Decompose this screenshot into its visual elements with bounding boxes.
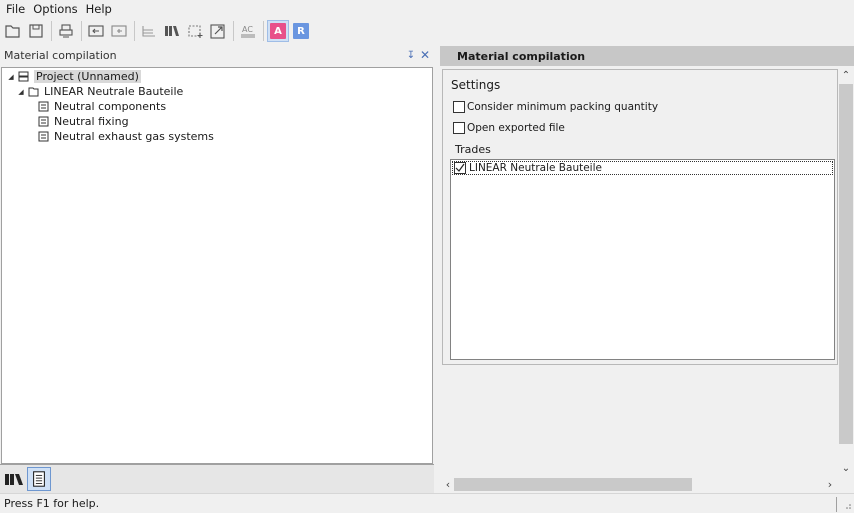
left-panel: Material compilation ↧ ✕ ◢ Project (Unna…	[0, 44, 434, 493]
menu-file[interactable]: File	[6, 2, 25, 16]
scroll-thumb[interactable]	[454, 478, 692, 491]
scroll-down-icon[interactable]: ⌄	[838, 460, 854, 476]
print-icon[interactable]	[55, 20, 77, 42]
option-open-exported[interactable]: Open exported file	[453, 122, 565, 134]
tree-label-item: Neutral fixing	[54, 115, 129, 128]
settings-title: Settings	[451, 78, 501, 92]
settings-group: Settings Consider minimum packing quanti…	[442, 69, 838, 365]
expand-arrow-icon[interactable]: ◢	[6, 73, 16, 81]
toolbar-separator	[134, 21, 135, 41]
tree-label-project: Project (Unnamed)	[34, 70, 141, 83]
scroll-thumb[interactable]	[839, 84, 853, 444]
checkbox-checked[interactable]	[454, 162, 466, 174]
toolbar-separator	[263, 21, 264, 41]
close-icon[interactable]: ✕	[418, 48, 432, 62]
export-icon[interactable]	[108, 20, 130, 42]
menu-help[interactable]: Help	[86, 2, 112, 16]
right-panel: Material compilation Settings Consider m…	[437, 44, 854, 493]
project-tree: ◢ Project (Unnamed) ◢ LINEAR Neutrale Ba…	[1, 67, 433, 464]
tree-node-item[interactable]: Neutral components	[2, 99, 432, 114]
folder-icon	[26, 86, 40, 98]
toolbar-separator	[51, 21, 52, 41]
save-icon[interactable]	[25, 20, 47, 42]
option-label: Open exported file	[467, 122, 565, 134]
status-separator	[836, 497, 837, 512]
tree-label-group: LINEAR Neutrale Bauteile	[44, 85, 184, 98]
tree-label-item: Neutral exhaust gas systems	[54, 130, 214, 143]
left-panel-header: Material compilation ↧ ✕	[0, 44, 434, 66]
import-icon[interactable]	[85, 20, 107, 42]
document-list-tab-icon[interactable]	[27, 467, 51, 491]
tree-view-icon[interactable]	[138, 20, 160, 42]
trades-list: LINEAR Neutrale Bauteile	[450, 159, 835, 360]
list-icon	[36, 101, 50, 113]
mode-r-button[interactable]: R	[290, 20, 312, 42]
option-label: Consider minimum packing quantity	[467, 101, 659, 113]
tree-node-group[interactable]: ◢ LINEAR Neutrale Bauteile	[2, 84, 432, 99]
status-text: Press F1 for help.	[4, 497, 100, 510]
project-icon	[16, 71, 30, 83]
trades-label: Trades	[455, 143, 491, 156]
status-bar: Press F1 for help.	[0, 493, 854, 513]
vertical-scrollbar[interactable]: ⌃ ⌄	[838, 67, 854, 476]
tree-node-project[interactable]: ◢ Project (Unnamed)	[2, 69, 432, 84]
scroll-up-icon[interactable]: ⌃	[838, 67, 854, 83]
tree-node-item[interactable]: Neutral fixing	[2, 114, 432, 129]
library-tab-icon[interactable]	[2, 467, 26, 491]
check-icon	[455, 163, 465, 172]
toolbar-separator	[81, 21, 82, 41]
trade-label: LINEAR Neutrale Bauteile	[469, 162, 602, 174]
selection-icon[interactable]	[184, 20, 206, 42]
text-replace-icon[interactable]: AC	[237, 20, 259, 42]
horizontal-scrollbar[interactable]: ‹ ›	[440, 476, 838, 493]
resize-grip-icon[interactable]	[844, 500, 852, 510]
mode-a-button[interactable]: A	[267, 20, 289, 42]
mode-r-badge: R	[293, 23, 309, 39]
checkbox[interactable]	[453, 122, 465, 134]
checkbox[interactable]	[453, 101, 465, 113]
svg-text:AC: AC	[242, 25, 253, 34]
open-folder-icon[interactable]	[2, 20, 24, 42]
tree-label-item: Neutral components	[54, 100, 167, 113]
menu-options[interactable]: Options	[33, 2, 77, 16]
right-panel-content: Settings Consider minimum packing quanti…	[440, 67, 838, 476]
toolbar-separator	[233, 21, 234, 41]
expand-arrow-icon[interactable]: ◢	[16, 88, 26, 96]
right-panel-title: Material compilation	[440, 46, 854, 66]
toolbar: AC A R	[0, 18, 854, 44]
left-panel-title: Material compilation	[4, 48, 117, 62]
pin-icon[interactable]: ↧	[404, 50, 418, 61]
mode-a-badge: A	[270, 23, 286, 39]
left-panel-tabbar	[0, 464, 434, 493]
tree-node-item[interactable]: Neutral exhaust gas systems	[2, 129, 432, 144]
list-icon	[36, 131, 50, 143]
list-icon	[36, 116, 50, 128]
option-min-packing[interactable]: Consider minimum packing quantity	[453, 101, 658, 113]
scroll-right-icon[interactable]: ›	[822, 476, 838, 493]
trade-item[interactable]: LINEAR Neutrale Bauteile	[452, 161, 833, 175]
menu-bar: File Options Help	[0, 0, 854, 18]
library-icon[interactable]	[161, 20, 183, 42]
external-link-icon[interactable]	[207, 20, 229, 42]
